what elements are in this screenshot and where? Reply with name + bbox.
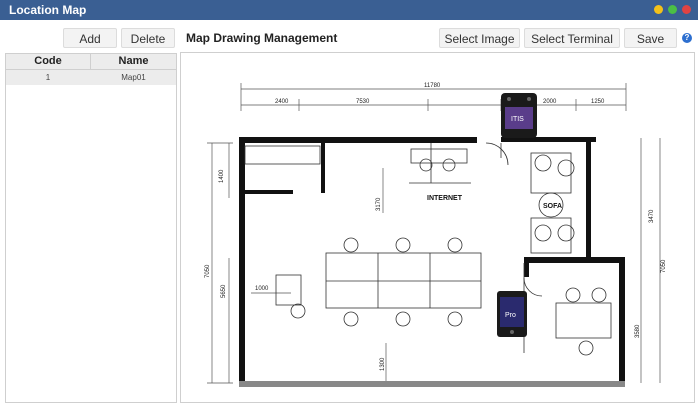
select-terminal-button[interactable]: Select Terminal <box>524 28 620 48</box>
dim-label: 1300 <box>380 357 386 371</box>
right-terminal[interactable]: Pro <box>497 291 527 337</box>
dim-label: 5650 <box>221 284 227 298</box>
internet-label: INTERNET <box>427 195 463 202</box>
column-header-name[interactable]: Name <box>91 54 176 69</box>
maximize-icon[interactable] <box>668 5 677 14</box>
sofa-label: SOFA <box>543 203 562 210</box>
dim-label: 7050 <box>205 264 211 278</box>
dim-label: 3470 <box>649 209 655 223</box>
table-header: Code Name <box>6 54 176 70</box>
floor-plan: 11780 2400 7530 1000 2000 1250 1400 7050… <box>205 83 667 387</box>
map-list-table: Code Name 1 Map01 <box>5 53 177 403</box>
dim-label: 11780 <box>424 83 441 89</box>
add-button[interactable]: Add <box>63 28 117 48</box>
save-button[interactable]: Save <box>624 28 677 48</box>
table-row[interactable]: 1 Map01 <box>6 70 176 85</box>
delete-button[interactable]: Delete <box>121 28 175 48</box>
dim-label: 1000 <box>255 286 269 292</box>
title-bar: Location Map <box>0 0 698 20</box>
top-terminal[interactable]: ITIS <box>501 93 537 138</box>
dim-label: 7050 <box>661 259 667 273</box>
dimension-labels: 11780 2400 7530 1000 2000 1250 1400 7050… <box>205 83 667 371</box>
section-title: Map Drawing Management <box>186 31 338 45</box>
bottom-wall <box>239 381 625 387</box>
walls <box>239 137 625 387</box>
terminal-screen-text: ITIS <box>511 116 524 123</box>
dim-label: 3580 <box>635 324 641 338</box>
dim-label: 2400 <box>275 99 289 105</box>
minimize-icon[interactable] <box>654 5 663 14</box>
workstations <box>275 154 612 356</box>
select-image-button[interactable]: Select Image <box>439 28 520 48</box>
dim-label: 3170 <box>376 197 382 211</box>
dim-label: 1250 <box>591 99 605 105</box>
cell-name: Map01 <box>121 73 146 82</box>
dim-label: 1400 <box>219 169 225 183</box>
window-title: Location Map <box>9 3 87 17</box>
column-header-code[interactable]: Code <box>6 54 91 69</box>
dim-label: 2000 <box>543 99 557 105</box>
terminal-screen-text: Pro <box>505 312 516 319</box>
close-icon[interactable] <box>682 5 691 14</box>
dim-label: 7530 <box>356 99 370 105</box>
cell-code: 1 <box>45 73 51 82</box>
help-icon[interactable]: ? <box>682 33 692 43</box>
map-canvas[interactable]: 11780 2400 7530 1000 2000 1250 1400 7050… <box>180 52 695 403</box>
